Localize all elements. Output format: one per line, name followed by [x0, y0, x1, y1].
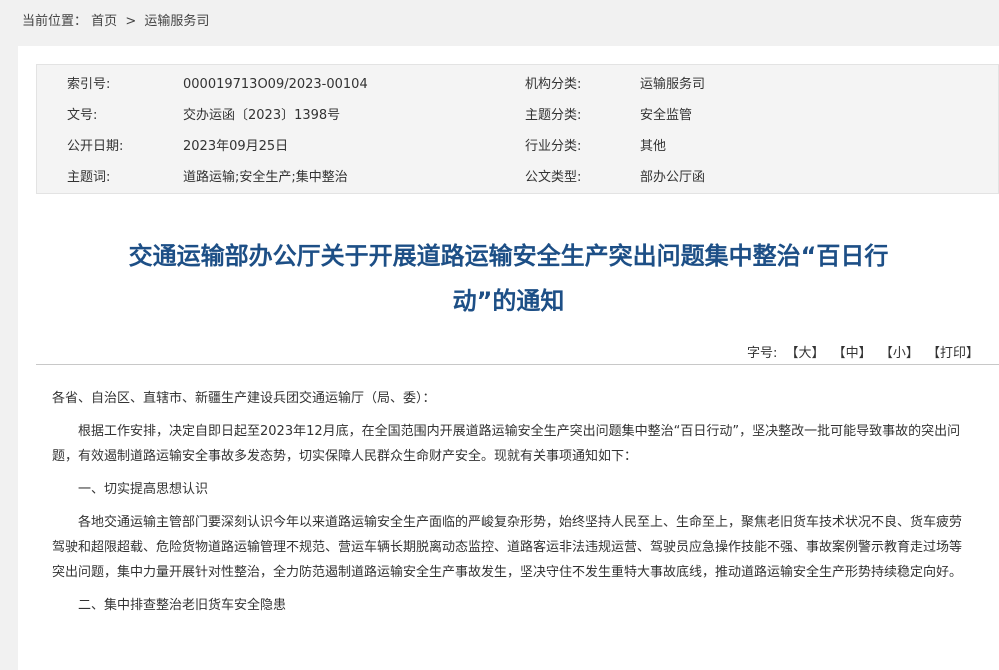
breadcrumb-current-link[interactable]: 运输服务司: [144, 14, 209, 29]
meta-key: 文号:: [67, 108, 98, 123]
meta-value: 000019713O09/2023-00104: [183, 77, 368, 92]
font-small-button[interactable]: 【小】: [880, 346, 919, 361]
font-large-button[interactable]: 【大】: [786, 346, 825, 361]
document-body: 各省、自治区、直辖市、新疆生产建设兵团交通运输厅（局、委）： 根据工作安排，决定…: [52, 386, 968, 626]
font-medium-button[interactable]: 【中】: [833, 346, 872, 361]
meta-row-publish-date: 公开日期: 2023年09月25日 行业分类: 其他: [37, 131, 998, 163]
meta-value: 2023年09月25日: [183, 139, 289, 154]
meta-key: 机构分类:: [525, 77, 582, 92]
section-heading: 一、切实提高思想认识: [78, 482, 209, 497]
title-line-1: 交通运输部办公厅关于开展道路运输安全生产突出问题集中整治“百日行: [128, 242, 889, 270]
body-paragraph: 根据工作安排，决定自即日起至2023年12月底，在全国范围内开展道路运输安全生产…: [52, 424, 961, 464]
font-size-toolbar: 字号: 【大】 【中】 【小】 【打印】: [747, 342, 979, 361]
print-button[interactable]: 【打印】: [927, 346, 979, 361]
meta-row-keywords: 主题词: 道路运输;安全生产;集中整治 公文类型: 部办公厅函: [37, 162, 998, 194]
meta-key: 索引号:: [67, 77, 111, 92]
divider: [36, 364, 999, 365]
breadcrumb: 当前位置： 首页 > 运输服务司: [22, 10, 209, 29]
meta-value: 运输服务司: [640, 77, 706, 92]
meta-value: 道路运输;安全生产;集中整治: [183, 170, 348, 185]
meta-row-index: 索引号: 000019713O09/2023-00104 机构分类: 运输服务司: [37, 69, 998, 101]
title-line-2: 动”的通知: [452, 287, 565, 315]
section-heading: 二、集中排查整治老旧货车安全隐患: [78, 598, 287, 613]
meta-key: 主题词:: [67, 170, 111, 185]
breadcrumb-label: 当前位置：: [22, 14, 88, 29]
breadcrumb-home-link[interactable]: 首页: [91, 14, 117, 29]
meta-row-doc-number: 文号: 交办运函〔2023〕1398号 主题分类: 安全监管: [37, 100, 998, 132]
font-size-label: 字号:: [746, 346, 778, 361]
meta-key: 行业分类:: [525, 139, 582, 154]
salutation: 各省、自治区、直辖市、新疆生产建设兵团交通运输厅（局、委）：: [52, 391, 436, 406]
document-title: 交通运输部办公厅关于开展道路运输安全生产突出问题集中整治“百日行 动”的通知: [18, 234, 999, 324]
meta-value: 安全监管: [640, 108, 693, 123]
meta-value: 部办公厅函: [640, 170, 706, 185]
document-metadata-table: 索引号: 000019713O09/2023-00104 机构分类: 运输服务司…: [36, 64, 999, 194]
meta-key: 主题分类:: [525, 108, 582, 123]
meta-key: 公文类型:: [525, 170, 582, 185]
meta-key: 公开日期:: [67, 139, 124, 154]
body-paragraph: 各地交通运输主管部门要深刻认识今年以来道路运输安全生产面临的严峻复杂形势，始终坚…: [52, 515, 963, 580]
meta-value: 其他: [640, 139, 667, 154]
breadcrumb-separator: >: [125, 14, 137, 29]
content-panel: 索引号: 000019713O09/2023-00104 机构分类: 运输服务司…: [18, 46, 999, 670]
meta-value: 交办运函〔2023〕1398号: [183, 108, 341, 123]
